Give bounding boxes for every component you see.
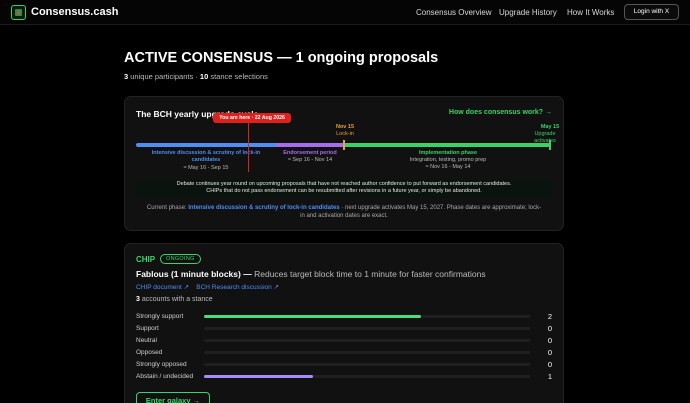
proposal-type-tag: CHIP	[136, 255, 156, 264]
logo-icon[interactable]	[11, 5, 26, 20]
stance-count: 1	[547, 372, 552, 381]
stance-row: Strongly support 2	[136, 311, 554, 323]
may15-label: May 15	[540, 124, 560, 130]
stance-bar-fill	[204, 375, 313, 378]
stance-count: 0	[547, 348, 552, 357]
nav-consensus-overview[interactable]: Consensus Overview	[416, 8, 492, 17]
cycle-note: Debate continues year round on upcoming …	[136, 179, 552, 198]
stance-count: 0	[547, 360, 552, 369]
stance-row: Strongly opposed 0	[136, 359, 554, 371]
stance-count: 0	[547, 336, 552, 345]
nav-upgrade-history[interactable]: Upgrade History	[499, 8, 557, 17]
status-badge: ONGOING	[160, 254, 201, 264]
brand-name[interactable]: Consensus.cash	[31, 6, 118, 18]
chip-document-link[interactable]: CHIP document ↗	[136, 284, 189, 291]
stance-row: Abstain / undecided 1	[136, 371, 554, 383]
you-are-here-line	[248, 123, 249, 172]
phase-discussion-segment	[136, 143, 276, 147]
stance-count: 0	[547, 324, 552, 333]
proposal-card: CHIP ONGOING Fablous (1 minute blocks) —…	[124, 243, 564, 403]
phase-implementation-dates: ≈ Nov 16 - May 14	[425, 164, 471, 170]
upgrade-cycle-card: The BCH yearly upgrade cycle How does co…	[124, 96, 564, 231]
stance-row: Support 0	[136, 323, 554, 335]
phase-implementation-segment	[344, 143, 550, 147]
phase-endorsement-dates: ≈ Sep 16 - Nov 14	[287, 157, 333, 163]
top-nav: Consensus.cash Consensus Overview Upgrad…	[0, 0, 690, 25]
phase-implementation-name: Implementation phase	[418, 150, 478, 156]
stance-label: Opposed	[136, 349, 163, 356]
phase-implementation-sub: Integration, testing, promo prep	[409, 157, 487, 163]
stance-label: Abstain / undecided	[136, 373, 194, 380]
page-title: ACTIVE CONSENSUS — 1 ongoing proposals	[124, 50, 439, 66]
lockin-marker	[343, 140, 345, 150]
stance-row: Opposed 0	[136, 347, 554, 359]
stance-label: Neutral	[136, 337, 157, 344]
proposal-title[interactable]: Fablous (1 minute blocks) — Reduces targ…	[136, 269, 486, 279]
stance-bar	[204, 363, 530, 366]
stance-bar	[204, 375, 530, 378]
you-are-here-badge: You are here · 22 Aug 2026	[213, 113, 291, 123]
stance-label: Support	[136, 325, 159, 332]
accounts-count: 3 accounts with a stance	[136, 296, 213, 303]
proposal-links: CHIP document ↗ BCH Research discussion …	[136, 283, 279, 291]
cycle-timeline	[136, 140, 552, 150]
participation-stats: 3 unique participants · 10 stance select…	[124, 72, 268, 81]
lockin-label: Lock-in	[336, 131, 354, 137]
stance-label: Strongly support	[136, 313, 184, 320]
stance-count: 2	[547, 312, 552, 321]
stance-bar	[204, 339, 530, 342]
activation-marker	[549, 140, 551, 150]
nav-how-it-works[interactable]: How It Works	[567, 8, 614, 17]
current-phase-text: Current phase: Intensive discussion & sc…	[146, 205, 542, 220]
login-button[interactable]: Login with X	[624, 4, 679, 20]
stance-bar	[204, 315, 530, 318]
stance-bar-fill	[204, 315, 422, 318]
how-consensus-link[interactable]: How does consensus work? →	[449, 109, 552, 116]
phase-endorsement-name: Endorsement period	[283, 150, 337, 156]
stance-bar	[204, 327, 530, 330]
nov15-label: Nov 15	[335, 124, 355, 130]
phase-endorsement-segment	[276, 143, 344, 147]
stance-row: Neutral 0	[136, 335, 554, 347]
enter-galaxy-button[interactable]: Enter galaxy →	[136, 392, 210, 403]
bch-research-link[interactable]: BCH Research discussion ↗	[196, 284, 279, 291]
stance-label: Strongly opposed	[136, 361, 187, 368]
stance-bar	[204, 351, 530, 354]
